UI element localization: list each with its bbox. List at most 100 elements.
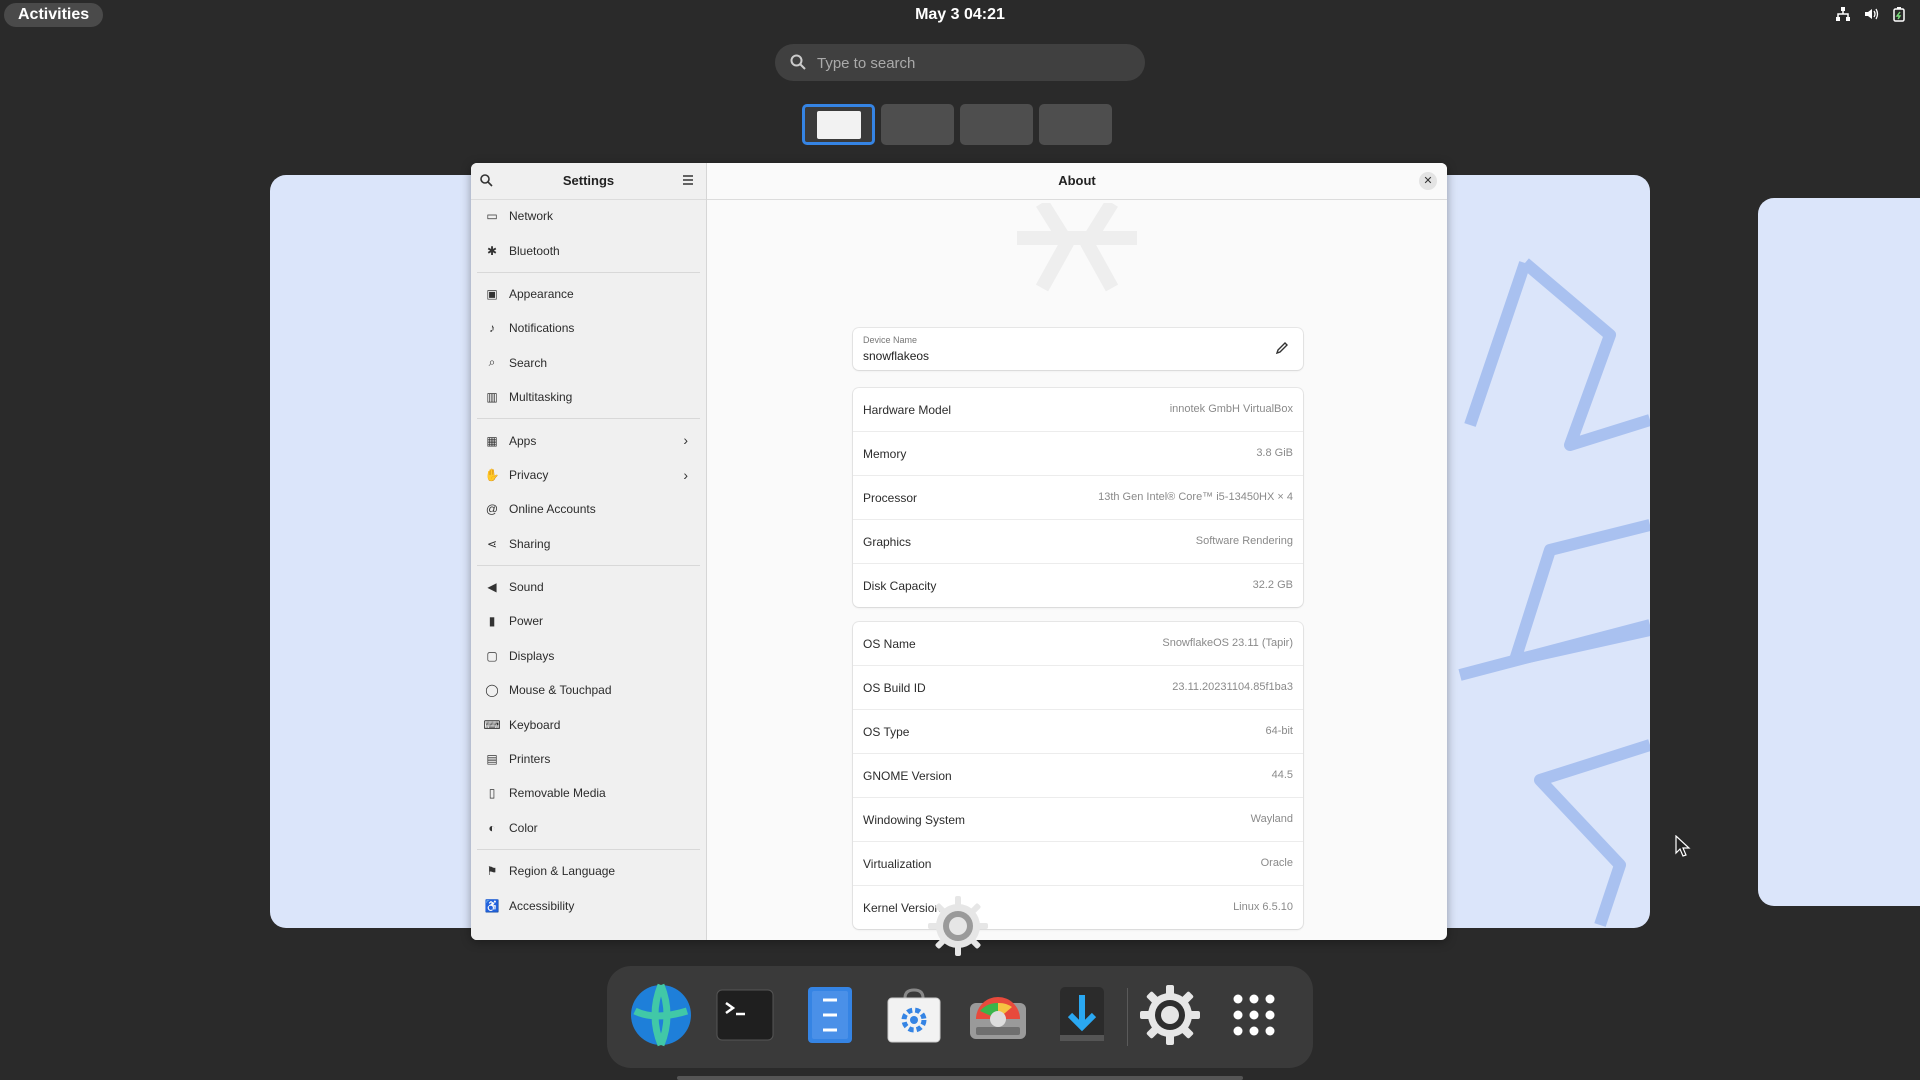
network-icon[interactable] <box>1834 6 1852 27</box>
device-name-row[interactable]: Device Name snowflakeos <box>853 328 1303 370</box>
workspace-thumbnail-4[interactable] <box>1039 104 1112 145</box>
sidebar-item-removable-media[interactable]: ▯ Removable Media <box>471 776 706 810</box>
sidebar-item-online-accounts[interactable]: @ Online Accounts <box>471 492 706 526</box>
battery-icon[interactable] <box>1890 6 1908 27</box>
sidebar-item-search[interactable]: ⌕ Search <box>471 346 706 380</box>
hardware-row-disk-capacity: Disk Capacity 32.2 GB <box>853 564 1303 607</box>
volume-icon[interactable] <box>1862 6 1880 27</box>
sidebar-item-sound[interactable]: ◀ Sound <box>471 570 706 604</box>
sidebar-item-displays[interactable]: ▢ Displays <box>471 639 706 673</box>
info-value: Oracle <box>1260 857 1293 869</box>
sidebar-item-label: Sound <box>509 580 544 595</box>
settings-gear-icon[interactable] <box>1138 983 1202 1047</box>
info-key: OS Build ID <box>863 681 926 695</box>
search-icon <box>789 53 807 76</box>
dock-separator <box>1127 988 1128 1046</box>
close-button[interactable]: ✕ <box>1419 172 1437 190</box>
activities-button[interactable]: Activities <box>4 3 104 27</box>
software-store-icon[interactable] <box>882 983 946 1047</box>
info-value: innotek GmbH VirtualBox <box>1169 403 1293 415</box>
about-panel: About ✕ Device Name snowflakeos Hardware… <box>707 163 1447 940</box>
sidebar-item-label: Search <box>509 355 548 370</box>
os-row-virtualization: Virtualization Oracle <box>853 842 1303 886</box>
settings-window[interactable]: Settings ▭ Network ✱ Bluetooth ▣ Appearance ♪ N… <box>471 163 1447 940</box>
sidebar-item-label: Network <box>509 209 554 224</box>
pencil-icon[interactable] <box>1275 341 1289 360</box>
chevron-right-icon: › <box>683 466 688 483</box>
browser-icon[interactable] <box>629 983 693 1047</box>
sidebar-item-label: Printers <box>509 752 551 767</box>
info-key: Hardware Model <box>863 403 952 417</box>
info-key: Memory <box>863 447 907 461</box>
power-icon: ▮ <box>488 614 496 629</box>
sidebar-item-sharing[interactable]: ⋖ Sharing <box>471 527 706 561</box>
bell-icon: ♪ <box>489 321 495 336</box>
sidebar-separator <box>477 418 700 420</box>
sidebar-item-apps[interactable]: ▦ Apps › <box>471 423 706 457</box>
sidebar-item-label: Power <box>509 614 544 629</box>
sidebar-item-label: Apps <box>509 433 537 448</box>
sidebar-item-color[interactable]: ◐ Color <box>471 811 706 845</box>
device-name-value: snowflakeos <box>863 349 930 363</box>
sidebar-item-multitasking[interactable]: ▥ Multitasking <box>471 380 706 414</box>
files-icon[interactable] <box>798 983 862 1047</box>
device-name-label: Device Name <box>863 335 918 345</box>
hamburger-menu-icon[interactable] <box>681 173 695 192</box>
hardware-row-memory: Memory 3.8 GiB <box>853 432 1303 476</box>
apps-icon: ▦ <box>486 433 498 448</box>
system-tray[interactable] <box>1834 6 1908 27</box>
sidebar-item-network[interactable]: ▭ Network <box>471 199 706 233</box>
info-value: Wayland <box>1250 813 1293 825</box>
sidebar-item-keyboard[interactable]: ⌨ Keyboard <box>471 707 706 741</box>
sidebar-item-printers[interactable]: ▤ Printers <box>471 742 706 776</box>
workspace-thumbnail-1[interactable] <box>802 104 875 145</box>
sidebar-item-bluetooth[interactable]: ✱ Bluetooth <box>471 233 706 267</box>
sidebar-item-label: Region & Language <box>509 864 616 879</box>
sidebar-item-label: Bluetooth <box>509 243 560 258</box>
workspace-next[interactable] <box>1758 198 1920 906</box>
sidebar-item-label: Appearance <box>509 286 574 301</box>
clock[interactable]: May 3 04:21 <box>0 6 1920 24</box>
workspace-thumbnail-2[interactable] <box>881 104 954 145</box>
speaker-icon: ◀ <box>487 580 497 595</box>
sidebar-item-label: Removable Media <box>509 786 606 801</box>
os-row-gnome-version: GNOME Version 44.5 <box>853 754 1303 798</box>
settings-nav: ▭ Network ✱ Bluetooth ▣ Appearance ♪ Notificati… <box>471 199 706 923</box>
sidebar-item-notifications[interactable]: ♪ Notifications <box>471 311 706 345</box>
disk-usage-icon[interactable] <box>966 983 1030 1047</box>
accessibility-icon: ♿ <box>484 898 500 913</box>
top-bar: Activities May 3 04:21 <box>0 0 1920 30</box>
hardware-row-hardware-model: Hardware Model innotek GmbH VirtualBox <box>853 388 1303 432</box>
sidebar-item-mouse-touchpad[interactable]: ◯ Mouse & Touchpad <box>471 673 706 707</box>
hand-icon: ✋ <box>484 467 500 482</box>
sidebar-item-label: Keyboard <box>509 717 561 732</box>
sidebar-item-region-language[interactable]: ⚑ Region & Language <box>471 854 706 888</box>
loading-gear-icon <box>928 896 988 956</box>
terminal-icon[interactable] <box>713 983 777 1047</box>
sidebar-item-label: Color <box>509 820 538 835</box>
sidebar-item-accessibility[interactable]: ♿ Accessibility <box>471 888 706 922</box>
settings-sidebar: Settings ▭ Network ✱ Bluetooth ▣ Appearance ♪ N… <box>471 163 707 940</box>
info-key: Virtualization <box>863 857 932 871</box>
info-value: 23.11.20231104.85f1ba3 <box>1172 681 1293 693</box>
info-value: 13th Gen Intel® Core™ i5-13450HX × 4 <box>1098 491 1293 503</box>
search-icon: ⌕ <box>488 355 496 370</box>
sidebar-item-label: Sharing <box>509 536 551 551</box>
info-key: Graphics <box>863 535 912 549</box>
search-input[interactable] <box>815 44 1129 83</box>
overview-search[interactable] <box>775 44 1145 83</box>
page-title: About <box>1058 173 1096 188</box>
chevron-right-icon: › <box>683 432 688 449</box>
sidebar-separator <box>477 271 700 273</box>
sidebar-item-label: Mouse & Touchpad <box>509 683 612 698</box>
sidebar-item-privacy[interactable]: ✋ Privacy › <box>471 458 706 492</box>
sidebar-item-power[interactable]: ▮ Power <box>471 604 706 638</box>
sidebar-item-appearance[interactable]: ▣ Appearance <box>471 277 706 311</box>
os-row-os-build-id: OS Build ID 23.11.20231104.85f1ba3 <box>853 666 1303 710</box>
color-icon: ◐ <box>488 820 496 835</box>
workspace-thumbnail-3[interactable] <box>960 104 1033 145</box>
app-grid-icon[interactable] <box>1222 983 1286 1047</box>
downloader-icon[interactable] <box>1050 983 1114 1047</box>
mouse-cursor-icon <box>1675 835 1691 857</box>
sidebar-title: Settings <box>562 173 615 188</box>
